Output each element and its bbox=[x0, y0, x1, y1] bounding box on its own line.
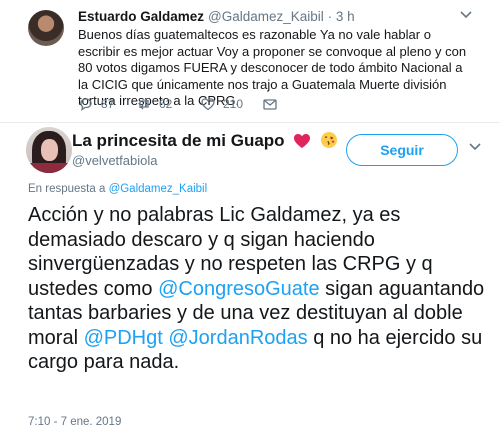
chevron-down-icon[interactable] bbox=[468, 142, 482, 152]
parent-tweet-actions: 87 62 210 bbox=[78, 96, 458, 116]
parent-handle-text: @Galdamez_Kaibil bbox=[208, 9, 324, 24]
parent-time[interactable]: 3 h bbox=[336, 9, 355, 24]
avatar-shirt bbox=[26, 163, 72, 173]
face-blowing-kiss-emoji-icon bbox=[321, 132, 338, 148]
retweet-icon bbox=[139, 98, 149, 110]
reply-icon bbox=[80, 98, 92, 111]
parent-author-name[interactable]: Estuardo Galdamez bbox=[78, 9, 204, 24]
mention-link[interactable]: @PDHgt bbox=[84, 327, 163, 349]
reply-action[interactable]: 87 bbox=[78, 96, 114, 112]
retweet-count: 62 bbox=[159, 97, 173, 111]
red-heart-emoji-icon bbox=[294, 134, 311, 148]
mention-link[interactable]: @JordanRodas bbox=[168, 327, 307, 349]
follow-button[interactable]: Seguir bbox=[346, 134, 458, 166]
chevron-down-icon[interactable] bbox=[459, 10, 473, 20]
author-display-name-row[interactable]: La princesita de mi Guapo bbox=[72, 131, 338, 151]
author-display-name[interactable]: La princesita de mi Guapo bbox=[72, 131, 285, 150]
parent-author-avatar[interactable] bbox=[28, 10, 64, 46]
like-count: 210 bbox=[223, 97, 244, 111]
reply-count: 87 bbox=[101, 97, 115, 111]
envelope-icon bbox=[263, 99, 277, 110]
parent-author-header[interactable]: Estuardo Galdamez @Galdamez_Kaibil · 3 h bbox=[78, 9, 355, 24]
tweet-text: Acción y no palabras Lic Galdamez, ya es… bbox=[28, 203, 488, 375]
parent-tweet[interactable]: Estuardo Galdamez @Galdamez_Kaibil · 3 h … bbox=[0, 0, 500, 122]
heart-outline-icon bbox=[201, 98, 215, 111]
parent-separator: · bbox=[327, 9, 333, 24]
reply-context: En respuesta a @Galdamez_Kaibil bbox=[28, 183, 207, 195]
parent-author-handle[interactable]: @Galdamez_Kaibil · 3 h bbox=[208, 9, 355, 24]
reply-prefix: En respuesta a bbox=[28, 183, 106, 195]
tweet-divider bbox=[0, 122, 500, 123]
mention-link[interactable]: @CongresoGuate bbox=[158, 278, 320, 300]
dm-action[interactable] bbox=[262, 96, 278, 112]
like-action[interactable]: 210 bbox=[200, 96, 243, 112]
reply-to-link[interactable]: @Galdamez_Kaibil bbox=[109, 183, 208, 195]
author-avatar[interactable] bbox=[26, 127, 72, 173]
retweet-action[interactable]: 62 bbox=[136, 96, 172, 112]
tweet-timestamp[interactable]: 7:10 - 7 ene. 2019 bbox=[28, 416, 121, 428]
author-handle[interactable]: @velvetfabiola bbox=[72, 153, 157, 168]
avatar-face bbox=[41, 139, 58, 161]
